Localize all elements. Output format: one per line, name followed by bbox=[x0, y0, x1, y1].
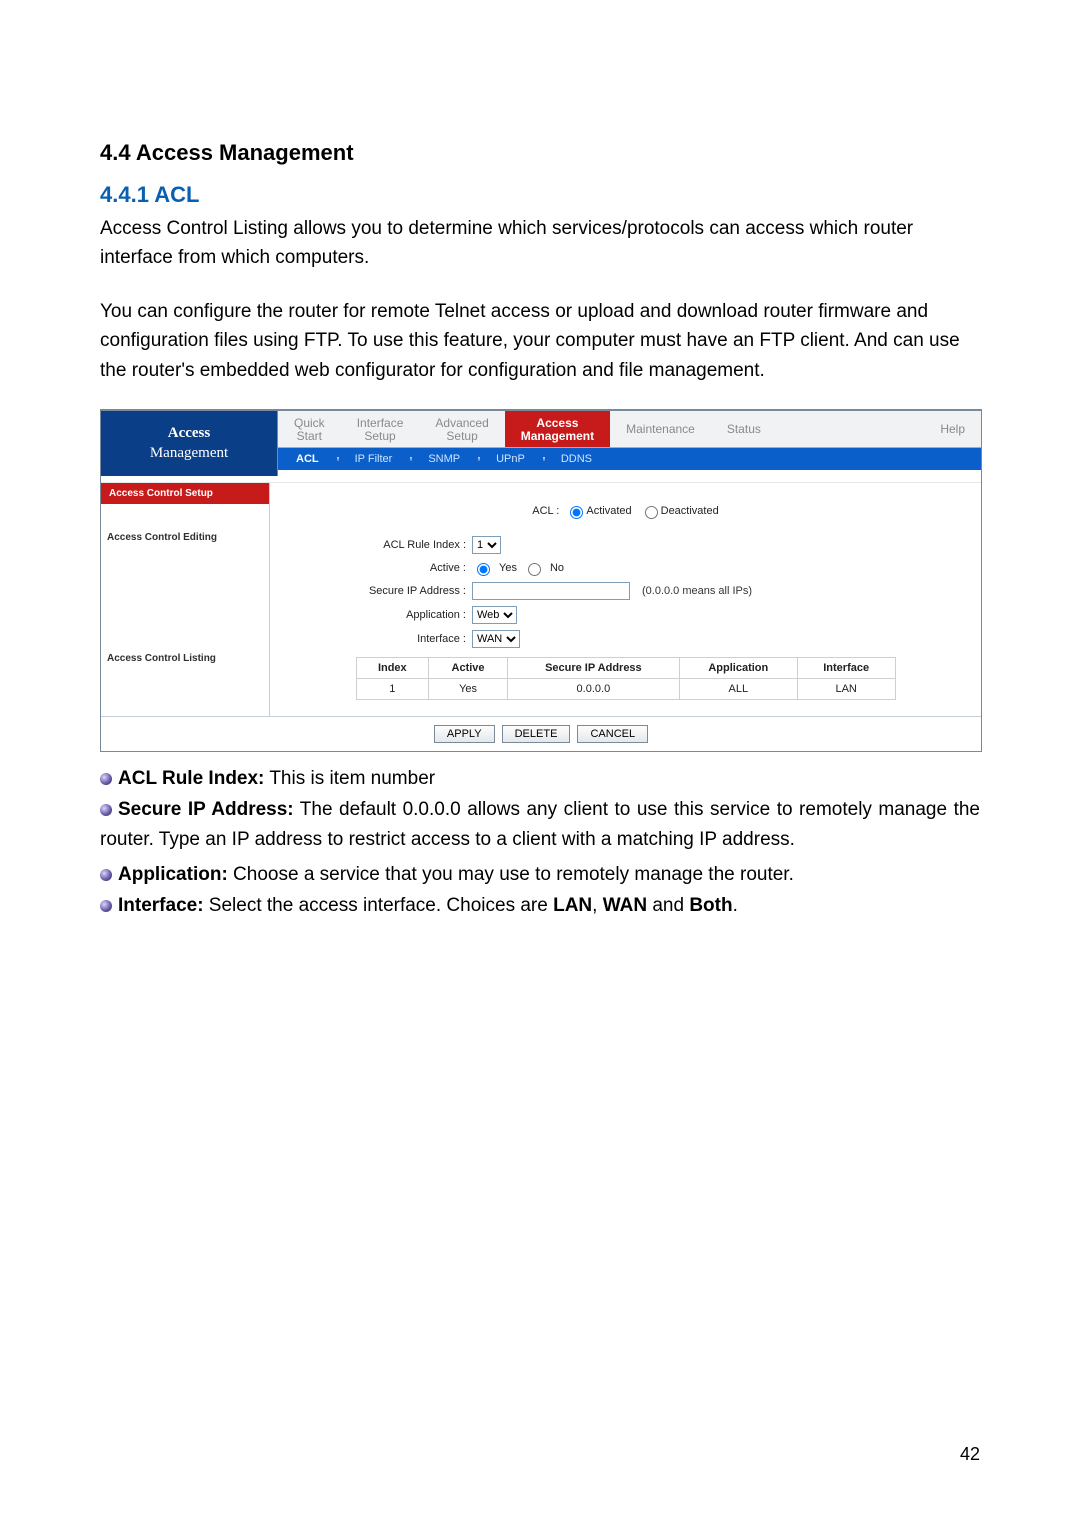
td-interface: LAN bbox=[797, 678, 895, 699]
tab-quick-start[interactable]: Quick Start bbox=[278, 411, 341, 447]
intro-paragraph-2: You can configure the router for remote … bbox=[100, 297, 980, 385]
table-header-row: Index Active Secure IP Address Applicati… bbox=[356, 657, 895, 678]
bullet-icon bbox=[100, 804, 112, 816]
bullet-choice-both: Both bbox=[689, 895, 732, 916]
tab-status[interactable]: Status bbox=[711, 411, 777, 447]
td-secure-ip: 0.0.0.0 bbox=[508, 678, 680, 699]
tab-maintenance[interactable]: Maintenance bbox=[610, 411, 711, 447]
bullet-label: Secure IP Address: bbox=[118, 799, 294, 820]
th-index: Index bbox=[356, 657, 429, 678]
th-active: Active bbox=[429, 657, 508, 678]
subsection-heading: 4.4.1 ACL bbox=[100, 182, 980, 208]
panel-title: Access Management bbox=[101, 411, 278, 476]
side-heading-setup: Access Control Setup bbox=[101, 483, 269, 504]
bullet-choice-lan: LAN bbox=[553, 895, 592, 916]
bullet-sep: , bbox=[592, 895, 603, 916]
th-secure-ip: Secure IP Address bbox=[508, 657, 680, 678]
bullet-icon bbox=[100, 900, 112, 912]
bullet-choice-wan: WAN bbox=[603, 895, 647, 916]
acl-table: Index Active Secure IP Address Applicati… bbox=[356, 657, 896, 700]
bullet-icon bbox=[100, 869, 112, 881]
bullet-interface: Interface: Select the access interface. … bbox=[100, 891, 980, 920]
subtab-upnp[interactable]: UPnP bbox=[478, 453, 543, 465]
interface-label: Interface : bbox=[280, 633, 472, 645]
th-application: Application bbox=[679, 657, 797, 678]
interface-select[interactable]: WAN bbox=[472, 630, 520, 648]
delete-button[interactable]: DELETE bbox=[502, 725, 571, 743]
subtab-acl[interactable]: ACL bbox=[278, 453, 337, 465]
subtab-snmp[interactable]: SNMP bbox=[410, 453, 478, 465]
bullet-secure-ip: Secure IP Address: The default 0.0.0.0 a… bbox=[100, 795, 980, 854]
tab-label: Setup bbox=[357, 430, 404, 443]
secure-ip-note: (0.0.0.0 means all IPs) bbox=[636, 585, 752, 597]
acl-deactivated-label: Deactivated bbox=[661, 505, 719, 517]
cancel-button[interactable]: CANCEL bbox=[577, 725, 648, 743]
application-select[interactable]: Web bbox=[472, 606, 517, 624]
active-yes-radio[interactable] bbox=[477, 563, 490, 576]
acl-deactivated-radio[interactable] bbox=[645, 506, 658, 519]
acl-activated-label: Activated bbox=[586, 505, 631, 517]
td-index: 1 bbox=[356, 678, 429, 699]
bullet-label: ACL Rule Index: bbox=[118, 768, 264, 789]
secure-ip-input[interactable] bbox=[472, 582, 630, 600]
main-tabs: Quick Start Interface Setup Advanced Set… bbox=[278, 411, 981, 448]
bullet-label: Interface: bbox=[118, 895, 204, 916]
td-application: ALL bbox=[679, 678, 797, 699]
secure-ip-label: Secure IP Address : bbox=[280, 585, 472, 597]
tab-label: Setup bbox=[435, 430, 488, 443]
table-row: 1 Yes 0.0.0.0 ALL LAN bbox=[356, 678, 895, 699]
bullet-text: Select the access interface. Choices are bbox=[204, 895, 554, 916]
application-label: Application : bbox=[280, 609, 472, 621]
page-number: 42 bbox=[960, 1444, 980, 1465]
active-no-label: No bbox=[550, 562, 564, 574]
bullet-application: Application: Choose a service that you m… bbox=[100, 860, 980, 889]
section-heading: 4.4 Access Management bbox=[100, 140, 980, 166]
th-interface: Interface bbox=[797, 657, 895, 678]
bullet-text: Choose a service that you may use to rem… bbox=[228, 864, 794, 885]
router-ui-screenshot: Access Management Quick Start Interface … bbox=[100, 409, 982, 752]
button-bar: APPLY DELETE CANCEL bbox=[101, 716, 981, 751]
tab-access-management[interactable]: Access Management bbox=[505, 411, 610, 447]
bullet-text: This is item number bbox=[264, 768, 435, 789]
intro-paragraph-1: Access Control Listing allows you to det… bbox=[100, 214, 980, 273]
tab-interface-setup[interactable]: Interface Setup bbox=[341, 411, 420, 447]
panel-title-line1: Access bbox=[105, 423, 273, 443]
td-active: Yes bbox=[429, 678, 508, 699]
bullet-acl-rule-index: ACL Rule Index: This is item number bbox=[100, 764, 980, 793]
tab-label: Start bbox=[294, 430, 325, 443]
bullet-sep: . bbox=[733, 895, 738, 916]
side-heading-listing: Access Control Listing bbox=[101, 647, 269, 672]
rule-index-select[interactable]: 1 bbox=[472, 536, 501, 554]
acl-activated-radio[interactable] bbox=[570, 506, 583, 519]
apply-button[interactable]: APPLY bbox=[434, 725, 495, 743]
bullet-icon bbox=[100, 773, 112, 785]
tab-help[interactable]: Help bbox=[924, 411, 981, 447]
rule-index-label: ACL Rule Index : bbox=[280, 539, 472, 551]
tab-advanced-setup[interactable]: Advanced Setup bbox=[419, 411, 504, 447]
subtab-ip-filter[interactable]: IP Filter bbox=[337, 453, 411, 465]
active-yes-label: Yes bbox=[499, 562, 517, 574]
subtab-ddns[interactable]: DDNS bbox=[543, 453, 610, 465]
active-no-radio[interactable] bbox=[528, 563, 541, 576]
bullet-sep: and bbox=[647, 895, 689, 916]
side-heading-editing: Access Control Editing bbox=[101, 504, 269, 551]
acl-label: ACL : bbox=[532, 505, 565, 517]
side-panel: Access Control Setup Access Control Edit… bbox=[101, 483, 270, 716]
tab-label: Management bbox=[521, 430, 594, 443]
active-label: Active : bbox=[280, 562, 472, 574]
bullet-label: Application: bbox=[118, 864, 228, 885]
panel-title-line2: Management bbox=[105, 443, 273, 463]
sub-tabs: ACL IP Filter SNMP UPnP DDNS bbox=[278, 448, 981, 470]
